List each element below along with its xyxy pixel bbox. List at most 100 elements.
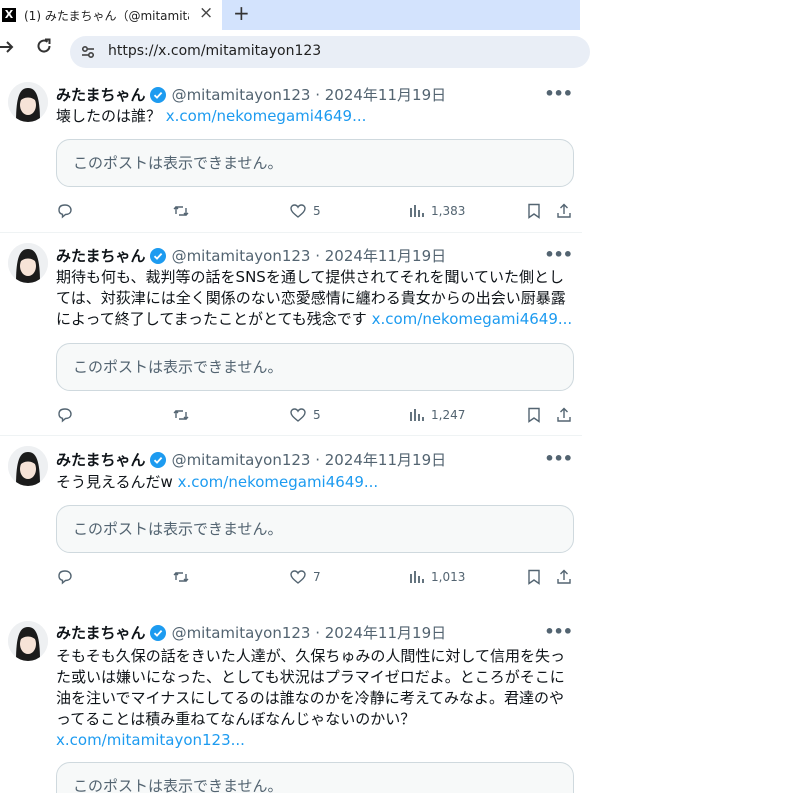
verified-badge-icon — [149, 247, 166, 264]
display-name[interactable]: みたまちゃん — [56, 245, 146, 266]
analytics-icon — [410, 571, 424, 583]
tab-strip: X (1) みたまちゃん（@mitamitayon1 × + — [0, 0, 580, 30]
heart-icon — [290, 570, 306, 584]
handle-and-date[interactable]: @mitamitayon123 · 2024年11月19日 — [172, 622, 447, 643]
reload-icon[interactable] — [36, 38, 52, 59]
tweet-text-line: そもそも久保の話をきいた人達が、久保ちゅみの人間性に対して信用を失っ — [56, 647, 565, 665]
like-count: 5 — [313, 204, 321, 218]
more-options-icon[interactable]: ••• — [544, 245, 573, 264]
tweet-header: みたまちゃん @mitamitayon123 · 2024年11月19日 — [56, 449, 446, 470]
share-icon — [557, 569, 571, 584]
address-bar[interactable]: https://x.com/mitamitayon123 — [70, 36, 590, 68]
display-name[interactable]: みたまちゃん — [56, 84, 146, 105]
like-button[interactable]: 5 — [289, 201, 321, 221]
bookmark-button[interactable] — [525, 201, 543, 221]
tweet-text: そう見えるんだw x.com/nekomegami4649... — [56, 472, 576, 493]
share-icon — [557, 407, 571, 422]
views-button[interactable]: 1,013 — [407, 567, 465, 587]
tweet-actions: 5 1,383 — [56, 201, 576, 221]
handle-and-date[interactable]: @mitamitayon123 · 2024年11月19日 — [172, 84, 447, 105]
avatar[interactable] — [8, 243, 48, 283]
empty-area — [580, 0, 793, 793]
share-button[interactable] — [555, 405, 573, 425]
tab-title: (1) みたまちゃん（@mitamitayon1 — [24, 8, 189, 23]
bookmark-icon — [528, 203, 540, 219]
browser-toolbar: https://x.com/mitamitayon123 — [0, 30, 590, 72]
forward-arrow-icon[interactable] — [0, 39, 14, 60]
tweet[interactable]: みたまちゃん @mitamitayon123 · 2024年11月19日 •••… — [0, 72, 582, 233]
tweet[interactable]: みたまちゃん @mitamitayon123 · 2024年11月19日 •••… — [0, 436, 582, 598]
tweet-text-line: ては、対荻津には全く関係のない恋愛感情に纏わる貴女からの出会い厨暴露 — [56, 289, 566, 307]
tweet-text: そもそも久保の話をきいた人達が、久保ちゅみの人間性に対して信用を失っ た或いは嫌… — [56, 646, 576, 751]
browser-tab[interactable]: X (1) みたまちゃん（@mitamitayon1 × — [0, 0, 222, 30]
more-options-icon[interactable]: ••• — [544, 84, 573, 103]
share-button[interactable] — [555, 567, 573, 587]
handle-and-date[interactable]: @mitamitayon123 · 2024年11月19日 — [172, 449, 447, 470]
display-name[interactable]: みたまちゃん — [56, 622, 146, 643]
tweet-text-line: ってることは積み重ねてなんぼなんじゃないのかい？ — [56, 710, 416, 728]
more-options-icon[interactable]: ••• — [544, 622, 573, 641]
url-text: https://x.com/mitamitayon123 — [108, 43, 322, 59]
tweet-text-line: 期待も何も、裁判等の話をSNSを通して提供されてそれを聞いていた側とし — [56, 268, 565, 286]
view-count: 1,383 — [431, 204, 466, 218]
new-tab-button[interactable]: + — [233, 1, 250, 25]
like-button[interactable]: 7 — [289, 567, 321, 587]
reply-button[interactable] — [56, 567, 74, 587]
close-tab-icon[interactable]: × — [199, 2, 213, 24]
tweet-link[interactable]: x.com/mitamitayon123... — [56, 730, 576, 751]
tweet-link[interactable]: x.com/nekomegami4649... — [166, 107, 367, 125]
repost-button[interactable] — [172, 201, 190, 221]
avatar[interactable] — [8, 82, 48, 122]
heart-icon — [290, 204, 306, 218]
handle-and-date[interactable]: @mitamitayon123 · 2024年11月19日 — [172, 245, 447, 266]
quoted-post-unavailable[interactable]: このポストは表示できません。 — [56, 139, 574, 187]
tweet[interactable]: みたまちゃん @mitamitayon123 · 2024年11月19日 •••… — [0, 608, 582, 793]
view-count: 1,013 — [431, 570, 466, 584]
repost-icon — [173, 206, 189, 216]
display-name[interactable]: みたまちゃん — [56, 449, 146, 470]
tweet-header: みたまちゃん @mitamitayon123 · 2024年11月19日 — [56, 245, 446, 266]
heart-icon — [290, 408, 306, 422]
like-count: 7 — [313, 570, 321, 584]
bookmark-button[interactable] — [525, 405, 543, 425]
share-button[interactable] — [555, 201, 573, 221]
verified-badge-icon — [149, 86, 166, 103]
like-button[interactable]: 5 — [289, 405, 321, 425]
more-options-icon[interactable]: ••• — [544, 449, 573, 468]
tweet-header: みたまちゃん @mitamitayon123 · 2024年11月19日 — [56, 622, 446, 643]
tweet-text: 期待も何も、裁判等の話をSNSを通して提供されてそれを聞いていた側とし ては、対… — [56, 267, 576, 330]
tweet-text-line: 壊したのは誰？ — [56, 107, 166, 125]
tweet-link[interactable]: x.com/nekomegami4649... — [372, 310, 573, 328]
verified-badge-icon — [149, 451, 166, 468]
analytics-icon — [410, 205, 424, 217]
reply-button[interactable] — [56, 405, 74, 425]
site-settings-icon[interactable] — [80, 44, 96, 60]
tweet-text-line: そう見えるんだw — [56, 473, 178, 491]
tweet[interactable]: みたまちゃん @mitamitayon123 · 2024年11月19日 •••… — [0, 233, 582, 436]
repost-icon — [173, 410, 189, 420]
quoted-post-unavailable[interactable]: このポストは表示できません。 — [56, 505, 574, 553]
repost-button[interactable] — [172, 567, 190, 587]
tweet-header: みたまちゃん @mitamitayon123 · 2024年11月19日 — [56, 84, 446, 105]
tweet-actions: 5 1,247 — [56, 405, 576, 425]
tweet-text: 壊したのは誰？ x.com/nekomegami4649... — [56, 106, 576, 127]
tweet-link[interactable]: x.com/nekomegami4649... — [178, 473, 379, 491]
quoted-post-unavailable[interactable]: このポストは表示できません。 — [56, 762, 574, 793]
like-count: 5 — [313, 408, 321, 422]
analytics-icon — [410, 409, 424, 421]
avatar[interactable] — [8, 621, 48, 661]
tweet-text-line: 油を注いでマイナスにしてるのは誰なのかを冷静に考えてみなよ。君達のや — [56, 689, 565, 707]
tweet-text-line: た或いは嫌いになった、としても状況はプラマイゼロだよ。ところがそこに — [56, 668, 565, 686]
share-icon — [557, 203, 571, 218]
tweet-text-line: によって終了してまったことがとても残念です — [56, 310, 372, 328]
bookmark-icon — [528, 569, 540, 585]
quoted-post-unavailable[interactable]: このポストは表示できません。 — [56, 343, 574, 391]
avatar[interactable] — [8, 446, 48, 486]
repost-button[interactable] — [172, 405, 190, 425]
reply-button[interactable] — [56, 201, 74, 221]
bookmark-button[interactable] — [525, 567, 543, 587]
browser-window: { "browser": { "tab_favicon": "X", "tab_… — [0, 0, 793, 793]
views-button[interactable]: 1,383 — [407, 201, 465, 221]
views-button[interactable]: 1,247 — [407, 405, 465, 425]
tweet-actions: 7 1,013 — [56, 567, 576, 587]
